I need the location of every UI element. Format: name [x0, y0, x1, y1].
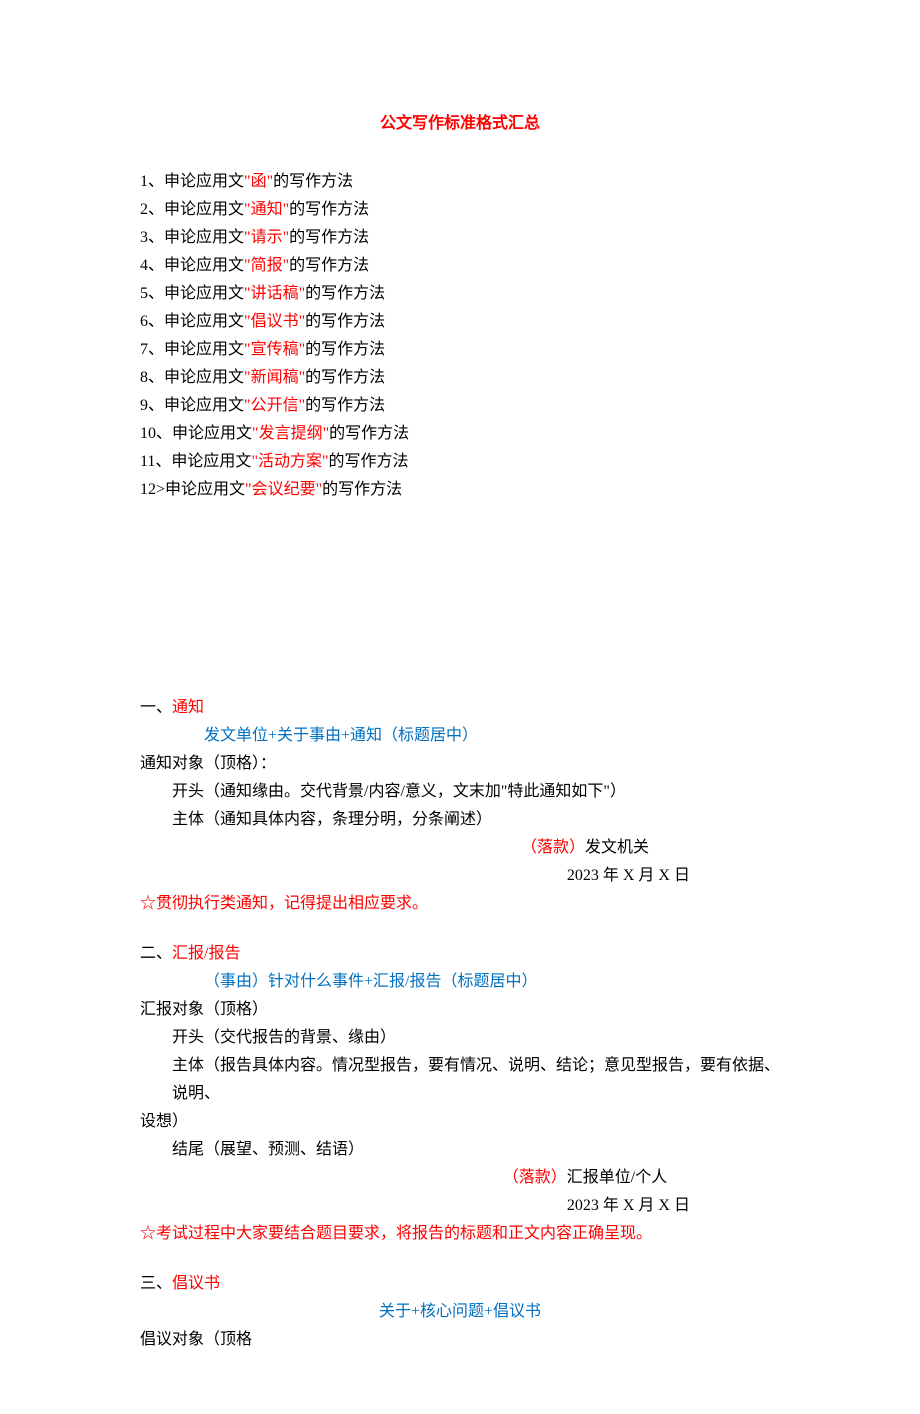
section-2-signature: （落款）汇报单位/个人 — [140, 1164, 780, 1192]
section-1-body: 主体（通知具体内容，条理分明，分条阐述） — [140, 806, 780, 834]
section-2-ending: 结尾（展望、预测、结语） — [140, 1136, 780, 1164]
section-1-signature: （落款）发文机关 — [140, 834, 780, 862]
section-1-target: 通知对象（顶格）： — [140, 750, 780, 778]
toc-num: 4、 — [140, 257, 164, 274]
toc-keyword: 活动方案 — [258, 453, 322, 470]
toc-pre: 申论应用文 — [171, 453, 251, 470]
toc-pre: 申论应用文 — [164, 369, 244, 386]
toc-pre: 申论应用文 — [164, 397, 244, 414]
toc-suffix: 的写作方法 — [289, 201, 369, 218]
toc-item: 3、申论应用文"请示"的写作方法 — [140, 224, 780, 252]
section-3-kw: 倡议书 — [172, 1275, 220, 1292]
toc-item: 4、申论应用文"简报"的写作方法 — [140, 252, 780, 280]
toc-suffix: 的写作方法 — [329, 453, 409, 470]
doc-title: 公文写作标准格式汇总 — [140, 110, 780, 138]
toc-keyword: 请示 — [251, 229, 283, 246]
toc-item: 1、申论应用文"函"的写作方法 — [140, 168, 780, 196]
toc-keyword: 通知 — [251, 201, 283, 218]
section-1-sign-value: 发文机关 — [585, 839, 649, 856]
toc-num: 7、 — [140, 341, 164, 358]
toc-keyword: 倡议书 — [251, 313, 299, 330]
section-2-opening: 开头（交代报告的背景、缘由） — [140, 1024, 780, 1052]
toc-suffix: 的写作方法 — [329, 425, 409, 442]
section-2-kw: 汇报/报告 — [172, 945, 240, 962]
section-1-title-format: 发文单位+关于事由+通知（标题居中） — [140, 722, 780, 750]
toc-keyword: 公开信 — [251, 397, 299, 414]
toc-suffix: 的写作方法 — [305, 341, 385, 358]
section-2-note: ☆考试过程中大家要结合题目要求，将报告的标题和正文内容正确呈现。 — [140, 1220, 780, 1248]
toc-pre: 申论应用文 — [164, 313, 244, 330]
toc-num: 9、 — [140, 397, 164, 414]
toc-num: 10、 — [140, 425, 172, 442]
toc-pre: 申论应用文 — [164, 229, 244, 246]
toc-item: 10、申论应用文"发言提纲"的写作方法 — [140, 420, 780, 448]
section-2-title-format: （事由）针对什么事件+汇报/报告（标题居中） — [140, 968, 780, 996]
toc-num: 1、 — [140, 173, 164, 190]
toc-keyword: 发言提纲 — [259, 425, 323, 442]
toc-num: 2、 — [140, 201, 164, 218]
toc-pre: 申论应用文 — [165, 481, 245, 498]
toc-num: 11、 — [140, 453, 171, 470]
section-3-target: 倡议对象（顶格 — [140, 1326, 780, 1354]
toc-item: 7、申论应用文"宣传稿"的写作方法 — [140, 336, 780, 364]
section-3-heading: 三、倡议书 — [140, 1270, 780, 1298]
section-2-target: 汇报对象（顶格） — [140, 996, 780, 1024]
toc-pre: 申论应用文 — [164, 341, 244, 358]
section-1-kw: 通知 — [172, 699, 204, 716]
toc-keyword: 新闻稿 — [251, 369, 299, 386]
section-2-heading: 二、汇报/报告 — [140, 940, 780, 968]
toc-num: 8、 — [140, 369, 164, 386]
toc-num: 3、 — [140, 229, 164, 246]
section-1-sign-label: （落款） — [521, 839, 585, 856]
toc-suffix: 的写作方法 — [305, 397, 385, 414]
toc-keyword: 会议纪要 — [252, 481, 316, 498]
toc-num: 6、 — [140, 313, 164, 330]
toc-pre: 申论应用文 — [164, 285, 244, 302]
toc-keyword: 宣传稿 — [251, 341, 299, 358]
toc-item: 9、申论应用文"公开信"的写作方法 — [140, 392, 780, 420]
toc-pre: 申论应用文 — [172, 425, 252, 442]
section-1-note: ☆贯彻执行类通知，记得提出相应要求。 — [140, 890, 780, 918]
toc-item: 6、申论应用文"倡议书"的写作方法 — [140, 308, 780, 336]
toc-suffix: 的写作方法 — [289, 257, 369, 274]
page: 公文写作标准格式汇总 1、申论应用文"函"的写作方法2、申论应用文"通知"的写作… — [0, 0, 920, 1414]
toc-pre: 申论应用文 — [164, 201, 244, 218]
toc-list: 1、申论应用文"函"的写作方法2、申论应用文"通知"的写作方法3、申论应用文"请… — [140, 168, 780, 504]
toc-keyword: 讲话稿 — [251, 285, 299, 302]
section-2-sign-label: （落款） — [503, 1169, 567, 1186]
section-3-title-format: 关于+核心问题+倡议书 — [140, 1298, 780, 1326]
toc-pre: 申论应用文 — [164, 257, 244, 274]
section-2-body-line1: 主体（报告具体内容。情况型报告，要有情况、说明、结论；意见型报告，要有依据、说明… — [140, 1052, 780, 1108]
section-2-num: 二、 — [140, 945, 172, 962]
section-2-sign-value: 汇报单位/个人 — [567, 1169, 667, 1186]
toc-suffix: 的写作方法 — [305, 369, 385, 386]
toc-item: 11、申论应用文"活动方案"的写作方法 — [140, 448, 780, 476]
section-2-body-line2: 设想） — [140, 1108, 780, 1136]
section-1-heading: 一、通知 — [140, 694, 780, 722]
section-2-date: 2023 年 X 月 X 日 — [140, 1192, 780, 1220]
toc-suffix: 的写作方法 — [305, 313, 385, 330]
toc-num: 12> — [140, 481, 165, 498]
toc-num: 5、 — [140, 285, 164, 302]
toc-suffix: 的写作方法 — [273, 173, 353, 190]
toc-item: 2、申论应用文"通知"的写作方法 — [140, 196, 780, 224]
toc-item: 8、申论应用文"新闻稿"的写作方法 — [140, 364, 780, 392]
toc-item: 12>申论应用文"会议纪要"的写作方法 — [140, 476, 780, 504]
section-1-num: 一、 — [140, 699, 172, 716]
toc-suffix: 的写作方法 — [305, 285, 385, 302]
toc-item: 5、申论应用文"讲话稿"的写作方法 — [140, 280, 780, 308]
section-3-num: 三、 — [140, 1275, 172, 1292]
toc-keyword: 函 — [251, 173, 267, 190]
toc-keyword: 简报 — [251, 257, 283, 274]
toc-suffix: 的写作方法 — [289, 229, 369, 246]
section-1-opening: 开头（通知缘由。交代背景/内容/意义，文末加"特此通知如下"） — [140, 778, 780, 806]
toc-suffix: 的写作方法 — [322, 481, 402, 498]
section-1-date: 2023 年 X 月 X 日 — [140, 862, 780, 890]
toc-pre: 申论应用文 — [164, 173, 244, 190]
